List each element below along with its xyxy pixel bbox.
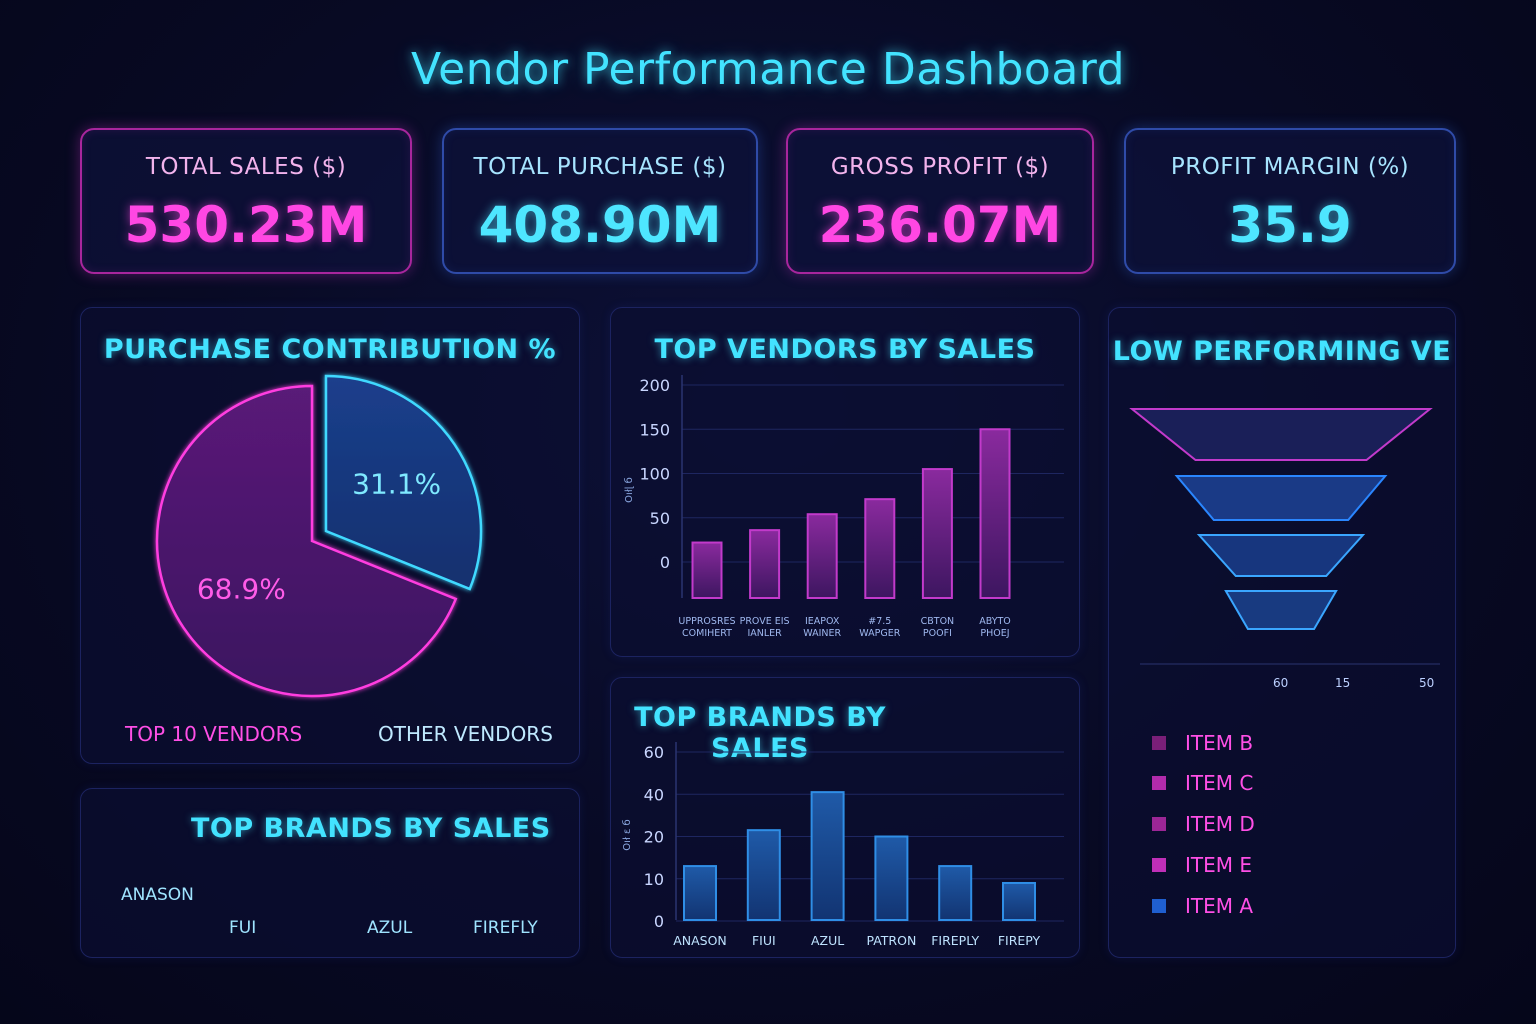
legend-label: ITEM E bbox=[1185, 853, 1253, 877]
funnel-tick: 50 bbox=[1419, 676, 1435, 690]
legend-label: ITEM D bbox=[1185, 812, 1255, 836]
legend-swatch bbox=[1152, 858, 1166, 872]
legend-swatch bbox=[1152, 899, 1166, 913]
funnel-tick: 15 bbox=[1335, 676, 1351, 690]
legend-label: ITEM A bbox=[1185, 894, 1254, 918]
funnel-stage[interactable] bbox=[1196, 534, 1366, 577]
legend-swatch bbox=[1152, 776, 1166, 790]
funnel-chart bbox=[1129, 408, 1440, 665]
funnel-stage[interactable] bbox=[1174, 475, 1388, 521]
funnel-stage[interactable] bbox=[1129, 408, 1433, 461]
legend-label: ITEM B bbox=[1185, 731, 1254, 755]
funnel-tick: 60 bbox=[1273, 676, 1289, 690]
legend-swatch bbox=[1152, 817, 1166, 831]
legend-swatch bbox=[1152, 736, 1166, 750]
legend-label: ITEM C bbox=[1185, 771, 1254, 795]
funnel-stage[interactable] bbox=[1224, 590, 1338, 630]
